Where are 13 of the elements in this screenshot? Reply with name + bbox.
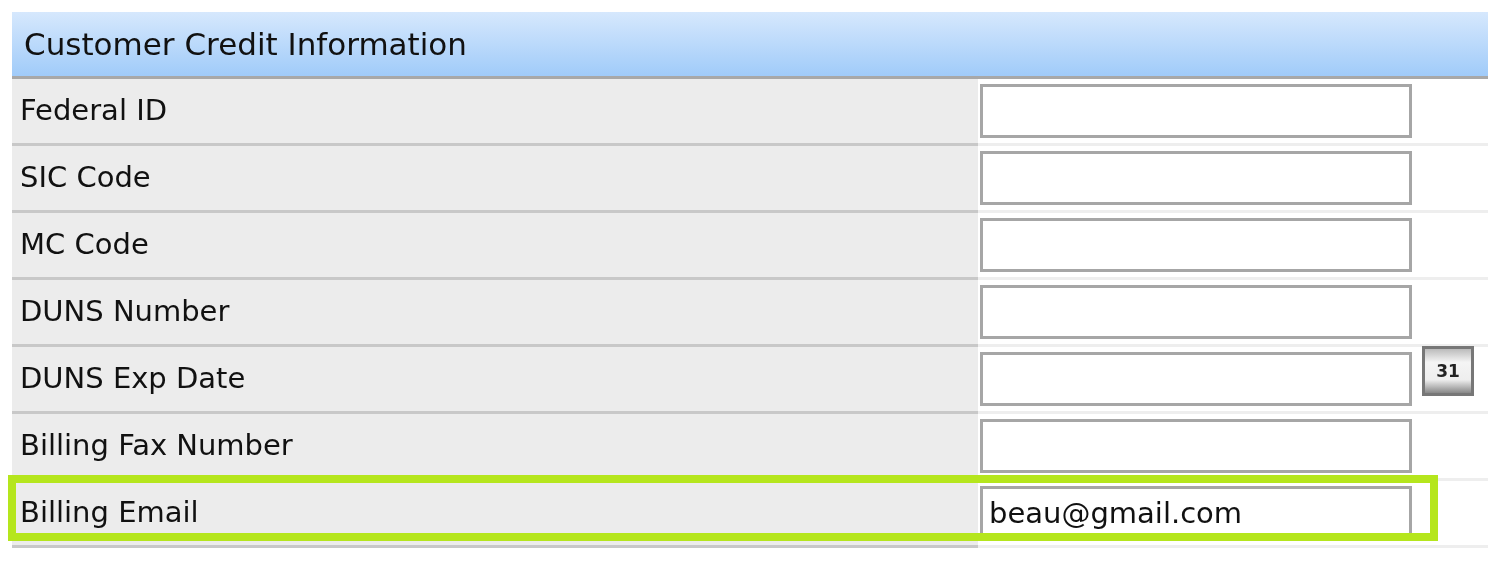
- input-field[interactable]: [980, 285, 1412, 339]
- field-label: Federal ID: [12, 79, 978, 146]
- input-field[interactable]: [980, 84, 1412, 138]
- field-label: DUNS Exp Date: [12, 347, 978, 414]
- input-field[interactable]: [980, 419, 1412, 473]
- input-field[interactable]: [980, 151, 1412, 205]
- section-title: Customer Credit Information: [24, 24, 467, 64]
- field-label: DUNS Number: [12, 280, 978, 347]
- field-label: SIC Code: [12, 146, 978, 213]
- field-label: MC Code: [12, 213, 978, 280]
- input-field[interactable]: [980, 352, 1412, 406]
- calendar-button[interactable]: 31: [1422, 346, 1474, 396]
- input-field[interactable]: [980, 218, 1412, 272]
